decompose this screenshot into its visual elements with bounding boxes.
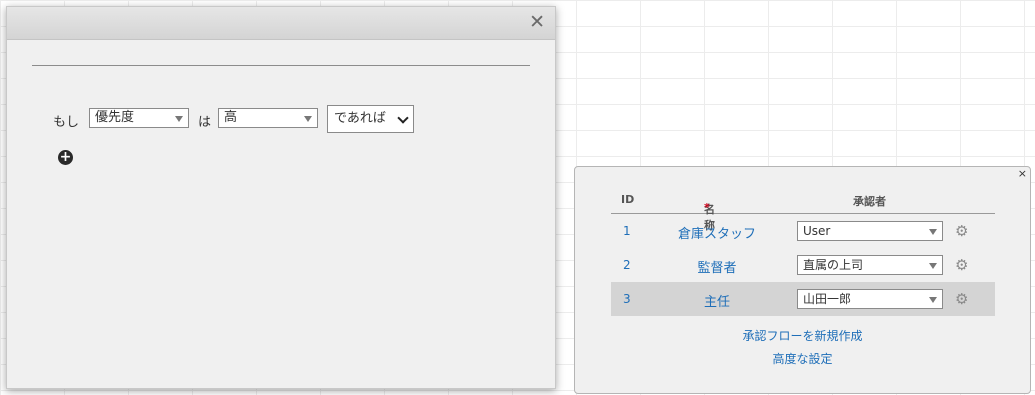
condition-dialog: ✕ もし 優先度 は 高 であれば +: [6, 6, 556, 389]
close-icon[interactable]: ✕: [529, 12, 545, 32]
table-row: 2 監督者 直属の上司 ⚙: [611, 248, 995, 282]
table-row-selected: 3 主任 山田一郎 ⚙: [611, 282, 995, 316]
approver-select-value: 山田一郎: [803, 292, 852, 306]
approver-select-value: 直属の上司: [803, 258, 864, 272]
dialog-divider: [32, 65, 530, 66]
plus-icon: +: [59, 149, 72, 165]
approver-select-value: User: [803, 224, 831, 238]
chevron-down-icon: [929, 229, 937, 235]
row-id: 3: [623, 292, 631, 306]
new-approval-flow-link[interactable]: 承認フローを新規作成: [575, 327, 1030, 344]
value-select-value: 高: [224, 110, 238, 125]
add-condition-button[interactable]: +: [58, 150, 73, 165]
approval-flow-panel: × ID 名称 * 承認者 1 倉庫スタッフ User ⚙ 2 監督者 直属の上司…: [574, 166, 1031, 394]
chevron-down-icon: [929, 263, 937, 269]
header-id: ID: [621, 193, 635, 206]
approver-select[interactable]: 山田一郎: [797, 289, 943, 309]
chevron-down-icon: [304, 116, 312, 122]
header-approver: 承認者: [853, 195, 886, 208]
approval-table: ID 名称 * 承認者 1 倉庫スタッフ User ⚙ 2 監督者 直属の上司 ⚙…: [611, 185, 995, 316]
table-header: ID 名称 * 承認者: [611, 185, 995, 232]
dialog-header: ✕: [7, 7, 555, 40]
field-select[interactable]: 優先度: [89, 108, 189, 128]
required-mark: *: [704, 201, 710, 214]
condition-row: もし 優先度 は 高 であれば: [7, 105, 555, 133]
close-icon[interactable]: ×: [1018, 167, 1027, 180]
gear-icon[interactable]: ⚙: [955, 291, 968, 307]
row-name-link[interactable]: 倉庫スタッフ: [661, 223, 773, 242]
value-select[interactable]: 高: [218, 108, 318, 128]
chevron-down-icon: [175, 116, 183, 122]
gear-icon[interactable]: ⚙: [955, 257, 968, 273]
field-select-value: 優先度: [95, 110, 135, 125]
operator-select[interactable]: であれば: [327, 105, 414, 133]
approver-select[interactable]: User: [797, 221, 943, 241]
row-name-link[interactable]: 主任: [661, 291, 773, 310]
operator-select-value: であれば: [334, 111, 386, 126]
gear-icon[interactable]: ⚙: [955, 223, 968, 239]
row-id: 2: [623, 258, 631, 272]
table-row: 1 倉庫スタッフ User ⚙: [611, 214, 995, 248]
chevron-down-icon: [929, 297, 937, 303]
chevron-down-icon: [397, 112, 409, 124]
is-label: は: [198, 115, 212, 130]
approver-select[interactable]: 直属の上司: [797, 255, 943, 275]
row-name-link[interactable]: 監督者: [661, 257, 773, 276]
row-id: 1: [623, 224, 631, 238]
if-label: もし: [53, 115, 80, 130]
advanced-settings-link[interactable]: 高度な設定: [575, 350, 1030, 367]
